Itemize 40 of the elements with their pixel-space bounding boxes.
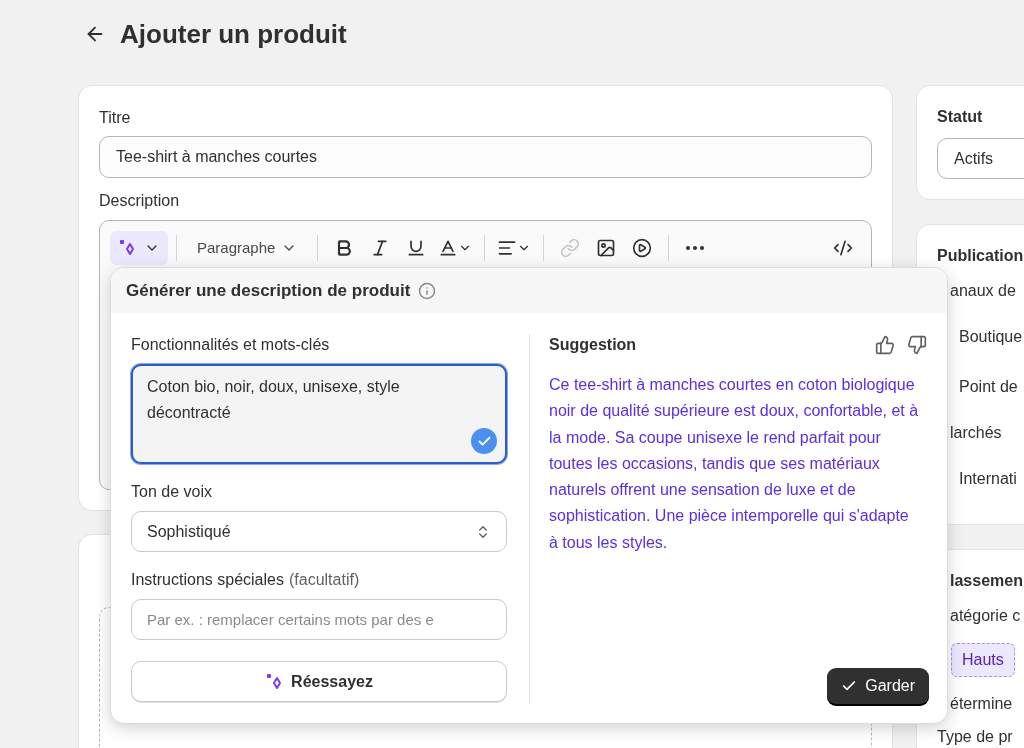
channel-option[interactable]: Internati <box>959 467 1017 491</box>
channel-option[interactable]: Point de <box>959 375 1018 399</box>
more-icon <box>686 246 705 250</box>
field-label: anaux de <box>950 281 1016 301</box>
category-chip[interactable]: Hauts <box>951 643 1015 677</box>
card-title: lassemen <box>950 571 1023 591</box>
field-label: Description <box>99 191 181 211</box>
field-label: atégorie c <box>950 606 1021 626</box>
card-title: Statut <box>937 107 983 127</box>
card-title: Publication <box>937 246 1024 266</box>
ai-generate-button[interactable] <box>110 231 168 265</box>
thumbs-up-icon[interactable] <box>875 335 895 355</box>
code-icon <box>833 238 853 258</box>
retry-button[interactable]: Réessayez <box>131 661 507 702</box>
image-icon <box>596 238 617 258</box>
keep-button[interactable]: Garder <box>827 668 929 704</box>
thumbs-down-icon[interactable] <box>907 335 927 355</box>
align-left-icon <box>497 238 518 258</box>
suggested-description: Ce tee-shirt à manches courtes en coton biologique noir de qualité supérieure est doux, confortable, et à la mode. Sa coupe unisexe le rend parfait pour toutes les occasions, tandis que ses matériaux naturels offrent une sensation de luxe et de sophistication. Une pièce intemporelle qui s'adapte à tous les styles. <box>549 375 919 553</box>
field-label: larchés <box>950 423 1002 443</box>
link-icon <box>560 238 581 258</box>
info-icon[interactable] <box>418 281 437 300</box>
keywords-textarea[interactable]: Coton bio, noir, doux, unisexe, style décontracté <box>131 364 507 464</box>
page-title: Ajouter un produit <box>120 17 347 51</box>
field-label: étermine <box>950 694 1013 714</box>
status-select[interactable]: Actifs <box>937 138 1024 179</box>
field-label: Titre <box>99 108 132 128</box>
field-label: Type de pr <box>937 727 1013 747</box>
title-input[interactable]: Tee-shirt à manches courtes <box>99 136 872 178</box>
field-label: Instructions spéciales <box>131 570 284 590</box>
optional-hint: (facultatif) <box>288 570 360 590</box>
field-label: Ton de voix <box>131 482 213 502</box>
tone-select[interactable]: Sophistiqué <box>131 511 507 552</box>
popover-title: Générer une description de produit <box>126 279 411 302</box>
field-label: Fonctionnalités et mots-clés <box>131 335 331 355</box>
suggestion-title: Suggestion <box>549 335 637 355</box>
instructions-input[interactable]: Par ex. : remplacer certains mots par des e <box>131 599 507 640</box>
paragraph-style-dropdown[interactable]: Paragraphe <box>185 231 310 265</box>
channel-option[interactable]: Boutique <box>959 325 1023 349</box>
play-circle-icon <box>632 238 653 258</box>
